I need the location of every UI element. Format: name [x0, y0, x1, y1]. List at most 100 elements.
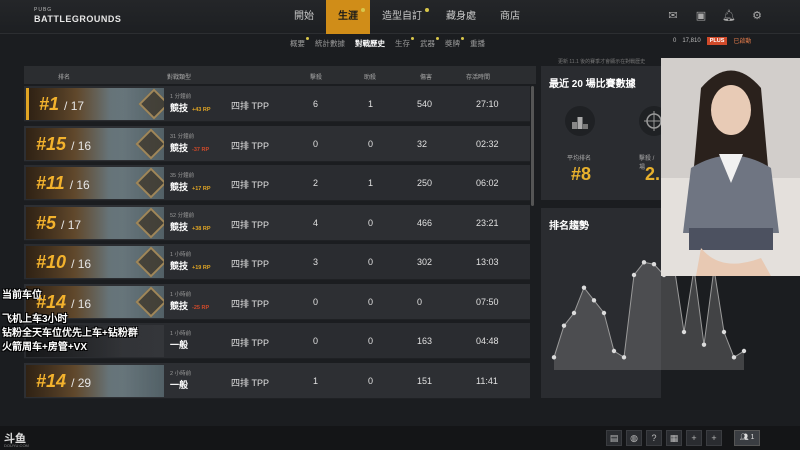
- squad-type: 四排 TPP: [231, 298, 270, 309]
- match-mode: 競技 +19 RP: [170, 259, 211, 272]
- mail-icon[interactable]: ✉: [666, 9, 680, 23]
- trend-point[interactable]: [581, 285, 587, 290]
- nav-item-2[interactable]: 造型自訂: [370, 0, 434, 34]
- subnav-tab-3[interactable]: 生存: [395, 37, 414, 52]
- damage-cell: 163: [417, 336, 433, 346]
- placement-rank: #10: [36, 252, 67, 272]
- party-button[interactable]: 👥︎ 1: [734, 430, 760, 446]
- rank-trend-title: 排名趨勢: [549, 221, 589, 232]
- trend-point[interactable]: [631, 272, 637, 278]
- survival-cell: 06:02: [476, 178, 499, 188]
- subnav-tab-5[interactable]: 獎牌: [445, 37, 464, 52]
- subnav-tab-0[interactable]: 概要: [290, 37, 309, 52]
- assists-cell: 0: [368, 257, 374, 267]
- subnav-tab-label: 對戰歷史: [355, 39, 385, 48]
- survival-cell: 23:21: [476, 217, 499, 228]
- stats-panel: 最近 20 場比賽數據 平均排名 #8 擊殺 / 場 2.1 排名趨勢: [541, 66, 747, 398]
- header-survival: 存活時間: [466, 75, 491, 81]
- nav-item-label: 生涯: [338, 11, 358, 22]
- nav-item-0[interactable]: 開始: [282, 0, 326, 34]
- kills-cell: 0: [313, 336, 319, 346]
- nav-item-label: 商店: [500, 11, 520, 22]
- trend-point[interactable]: [611, 348, 617, 354]
- placement: #1 / 17: [39, 94, 84, 115]
- subnav-tab-2[interactable]: 對戰歷史: [355, 38, 385, 52]
- add-slot-1-icon[interactable]: +: [686, 430, 702, 446]
- subnav-tab-label: 重播: [470, 39, 485, 48]
- nav-item-1[interactable]: 生涯: [326, 0, 370, 34]
- kills-cell: 0: [313, 296, 319, 307]
- chat-icon[interactable]: ▤: [606, 430, 622, 446]
- map-thumbnail: #1 / 17: [26, 88, 164, 120]
- match-time: 1 分鐘前: [170, 94, 192, 100]
- table-row[interactable]: #15 / 16 31 分鐘前 競技 -37 RP 四排 TPP 0 0 32 02:32: [24, 125, 530, 162]
- header-damage: 傷害: [420, 75, 433, 81]
- trend-point[interactable]: [561, 323, 567, 328]
- trend-point[interactable]: [651, 262, 657, 267]
- match-mode-label: 競技: [170, 221, 189, 232]
- table-row[interactable]: #1 / 17 1 分鐘前 競技 +43 RP 四排 TPP 6 1 540 27:10: [24, 86, 530, 122]
- trend-point[interactable]: [551, 355, 557, 360]
- trend-point[interactable]: [731, 355, 737, 360]
- placement: #14 / 16: [36, 292, 91, 313]
- squad-type: 四排 TPP: [231, 219, 270, 230]
- trend-point[interactable]: [601, 310, 607, 316]
- inventory-icon[interactable]: ▣: [694, 9, 708, 23]
- gear-icon[interactable]: ⚙: [750, 9, 764, 23]
- match-time: 1 小時前: [170, 252, 192, 258]
- table-row[interactable]: #14 / 29 2 小時前 一般 四排 TPP 1 0 151 11:41: [24, 362, 530, 399]
- table-row[interactable]: #5 / 17 52 分鐘前 競技 +38 RP 四排 TPP 4 0 466 23:21: [24, 204, 530, 241]
- logo-main-text: BATTLEGROUNDS: [34, 14, 122, 24]
- table-scrollbar[interactable]: [531, 86, 534, 206]
- match-mode-label: 競技: [170, 182, 189, 192]
- survival-cell: 07:50: [476, 296, 499, 307]
- bell-icon[interactable]: 🔔︎: [722, 9, 736, 23]
- subnav-tab-4[interactable]: 武器: [420, 37, 439, 52]
- friend-slot-icon[interactable]: ▦: [666, 430, 682, 446]
- trend-point[interactable]: [681, 329, 687, 335]
- new-dot-icon: [361, 8, 365, 12]
- trend-point[interactable]: [721, 329, 727, 335]
- help-icon[interactable]: ?: [646, 430, 662, 446]
- add-slot-2-icon[interactable]: +: [706, 430, 722, 446]
- table-row[interactable]: #14 / 16 1 小時前 競技 -25 RP 四排 TPP 0 0 0 07:50: [24, 283, 530, 320]
- nav-item-3[interactable]: 藏身處: [434, 0, 488, 34]
- trend-point[interactable]: [701, 342, 707, 347]
- nav-item-label: 造型自訂: [382, 11, 422, 22]
- globe-icon[interactable]: ◍: [626, 430, 642, 446]
- damage-cell: 151: [417, 375, 433, 386]
- bp-value: 17,810: [682, 37, 701, 44]
- nav-item-4[interactable]: 商店: [488, 0, 532, 34]
- match-mode: 競技 +17 RP: [170, 180, 211, 193]
- recent-stats-card: 最近 20 場比賽數據 平均排名 #8 擊殺 / 場 2.1: [541, 66, 670, 200]
- table-row[interactable]: #11 / 16 35 分鐘前 競技 +17 RP 四排 TPP 2 1 250 06:02: [24, 165, 530, 201]
- placement-total: / 29: [71, 375, 92, 390]
- trend-point[interactable]: [571, 310, 577, 316]
- trend-point[interactable]: [741, 348, 747, 354]
- placement: #15 / 16: [36, 134, 91, 155]
- party-count: 1: [750, 434, 755, 441]
- assists-cell: 0: [368, 138, 374, 149]
- placement-total: / 16: [71, 257, 92, 271]
- trend-point[interactable]: [641, 260, 647, 265]
- assists-cell: 1: [368, 99, 374, 109]
- damage-cell: 302: [417, 257, 433, 267]
- subnav-tab-6[interactable]: 重播: [470, 38, 485, 52]
- map-thumbnail: #11 / 16: [26, 167, 164, 199]
- match-mode-label: 競技: [170, 261, 189, 271]
- placement-rank: #14: [36, 370, 67, 391]
- pubg-logo: PUBG BATTLEGROUNDS: [34, 7, 122, 24]
- table-row[interactable]: #10 / 16 1 小時前 競技 +19 RP 四排 TPP 3 0 302 13:03: [24, 244, 530, 280]
- subnav-tab-1[interactable]: 統計數據: [315, 38, 345, 52]
- header-kills: 擊殺: [310, 75, 323, 81]
- trend-point[interactable]: [621, 355, 627, 360]
- squad-type: 四排 TPP: [231, 101, 270, 111]
- assists-cell: 0: [368, 217, 374, 228]
- survival-cell: 04:48: [476, 336, 499, 346]
- logo-small-text: PUBG: [34, 7, 53, 13]
- placement: #5 / 17: [36, 213, 81, 234]
- map-thumbnail: #5 / 17: [26, 206, 164, 239]
- match-mode: 競技 -25 RP: [170, 299, 209, 312]
- trend-point[interactable]: [591, 298, 597, 303]
- damage-cell: 250: [417, 178, 433, 188]
